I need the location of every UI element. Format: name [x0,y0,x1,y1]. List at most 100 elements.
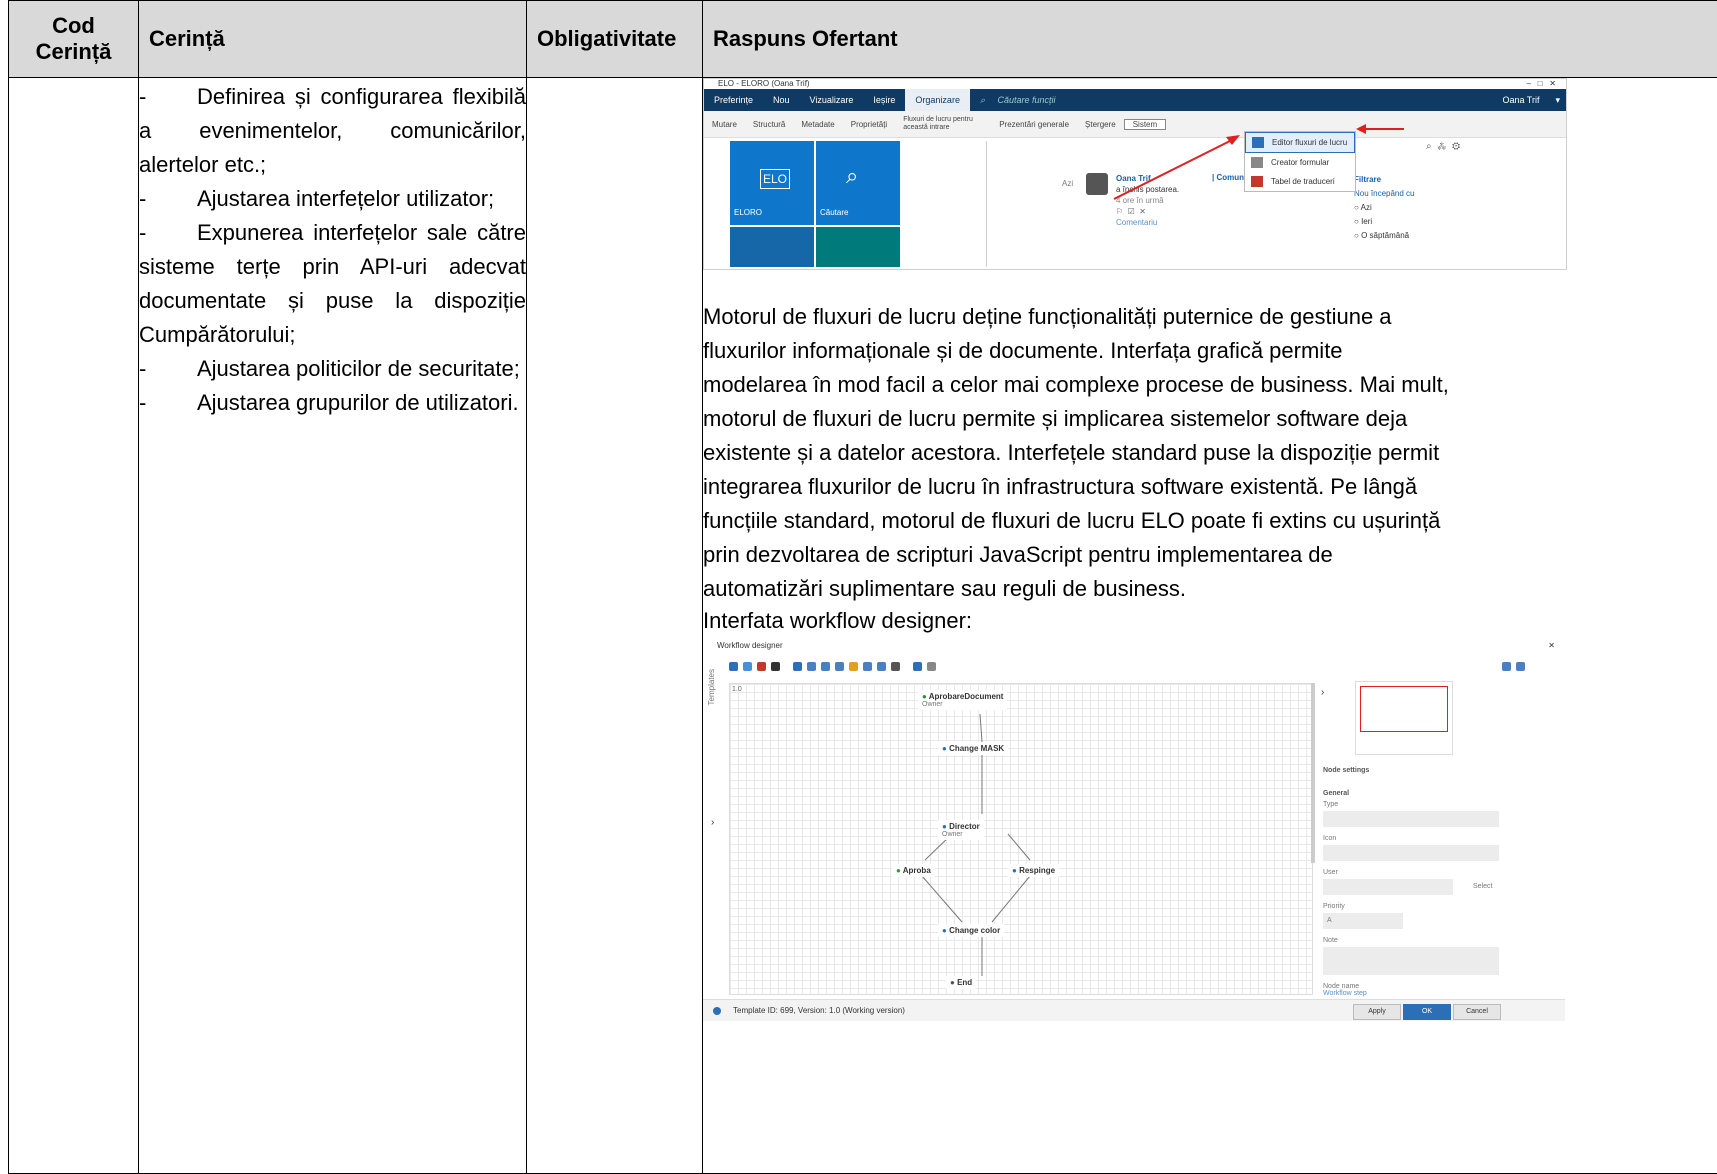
user-node-icon[interactable] [793,662,802,671]
node-settings-section: General [1323,790,1499,797]
view-icon[interactable] [1502,662,1511,671]
requirement-item: -Ajustarea grupurilor de utilizatori. [139,386,526,420]
connect-tool-icon[interactable] [743,662,752,671]
connection [980,714,982,742]
paragraph-line: funcțiile standard, motorul de fluxuri d… [703,504,1717,538]
templates-tab[interactable]: Templates [707,669,716,705]
connection [992,876,1030,922]
settings-icon[interactable] [927,662,936,671]
dash: - [139,80,197,114]
node-icon: ● [896,866,903,875]
node-icon[interactable] [821,662,830,671]
wf-node-label: Respinge [1019,866,1055,875]
paragraph-line: fluxurilor informaționale și de document… [703,334,1717,368]
field-label: Type [1323,801,1499,808]
dash: - [139,182,197,216]
paragraph-line: modelarea în mod facil a celor mai compl… [703,368,1717,402]
wf-node[interactable]: ● DirectorOwner [938,820,984,840]
collapse-chevron-icon[interactable]: › [1321,687,1324,698]
wf-node[interactable]: ● Change MASK [938,742,1008,755]
wf-node[interactable]: ● End [946,976,976,989]
settings-field[interactable] [1323,947,1499,975]
select-button[interactable]: Select [1473,883,1492,890]
wf-statusbar: Template ID: 699, Version: 1.0 (Working … [703,999,1565,1021]
wf-node-label: End [957,978,972,987]
close-icon[interactable]: ✕ [1548,641,1555,650]
info-icon [713,1007,721,1015]
settings-field[interactable]: Select [1323,879,1453,895]
arrow-head [1226,135,1240,145]
expand-chevron-icon[interactable]: › [711,817,714,828]
scrollbar[interactable] [1311,683,1315,863]
minimap-viewport[interactable] [1360,686,1448,732]
settings-field[interactable] [1323,845,1499,861]
wf-node[interactable]: ● AprobareDocumentOwner [918,690,1007,710]
field-label: Note [1323,937,1499,944]
settings-field[interactable]: A [1323,913,1403,929]
wf-node[interactable]: ● Respinge [1008,864,1059,877]
eraser-tool-icon[interactable] [771,662,780,671]
header-raspuns-label: Raspuns Ofertant [703,26,1717,52]
node-settings-panel: Node settingsGeneralTypeIconUserSelectPr… [1323,767,1499,1021]
node-name-label: Node name [1323,983,1499,990]
end-node-icon[interactable] [891,662,900,671]
header-obligativitate: Obligativitate [527,1,703,78]
requirement-item: -Expunerea interfețelor sale către siste… [139,216,526,352]
node-icon[interactable] [877,662,886,671]
wf-canvas[interactable]: 1.0 ● AprobareDocumentOwner● Change MASK… [729,683,1313,995]
apply-button[interactable]: Apply [1353,1004,1401,1020]
select-tool-icon[interactable] [729,662,738,671]
connection [1008,834,1030,860]
panel-icon[interactable] [1516,662,1525,671]
requirement-item: -Ajustarea interfețelor utilizator; [139,182,526,216]
node-icon: ● [942,822,949,831]
wf-node[interactable]: ● Change color [938,924,1004,937]
requirements-table: CodCerință Cerință Obligativitate Raspun… [8,0,1717,1174]
wf-node-label: Change color [949,926,1000,935]
dash: - [139,216,197,250]
wf-node-label: AprobareDocument [929,692,1004,701]
arrow-head [1356,124,1366,134]
field-label: User [1323,869,1499,876]
cell-raspuns: ELO - ELORO (Oana Trif)– □ ✕ Preferințe … [703,78,1717,1174]
requirement-text: Definirea și configurarea flexibilă a ev… [139,84,526,177]
node-icon: ● [950,978,957,987]
wf-connections [730,684,1312,994]
node-icon: ● [942,926,949,935]
annotation-arrows [704,79,1566,269]
wf-titlebar: Workflow designer ✕ [703,639,1565,657]
table-row: -Definirea și configurarea flexibilă a e… [9,78,1717,1174]
wf-node-label: Change MASK [949,744,1004,753]
table-header-row: CodCerință Cerință Obligativitate Raspun… [9,1,1717,78]
cell-cod [9,78,139,1174]
user-icon[interactable] [913,662,922,671]
elo-screenshot: ELO - ELORO (Oana Trif)– □ ✕ Preferințe … [703,78,1567,270]
paragraph-line: Motorul de fluxuri de lucru deține funcț… [703,300,1717,334]
node-icon: ● [1012,866,1019,875]
requirement-text: Ajustarea interfețelor utilizator; [197,186,494,211]
pen-tool-icon[interactable] [757,662,766,671]
header-cerinta-label: Cerință [139,26,526,52]
node-name-value[interactable]: Workflow step [1323,990,1499,997]
wf-node[interactable]: ● Aproba [892,864,935,877]
paragraph-line: automatizări suplimentare sau reguli de … [703,572,1717,606]
node-icon[interactable] [807,662,816,671]
workflow-label: Interfata workflow designer: [703,606,1717,636]
workflow-designer-screenshot: Workflow designer✕ Templates › 1.0 [703,639,1565,1021]
dash: - [139,386,197,420]
wf-node-owner: Owner [942,831,980,838]
cancel-button[interactable]: Cancel [1453,1004,1501,1020]
node-icon[interactable] [835,662,844,671]
node-icon[interactable] [849,662,858,671]
wf-toolbar [703,657,1565,675]
node-icon[interactable] [863,662,872,671]
header-obligativitate-label: Obligativitate [527,26,702,52]
settings-field[interactable] [1323,811,1499,827]
wf-title: Workflow designer [717,641,783,650]
header-raspuns: Raspuns Ofertant [703,1,1717,78]
requirement-text: Ajustarea grupurilor de utilizatori. [197,390,519,415]
wf-node-owner: Owner [922,701,1003,708]
wf-minimap[interactable] [1355,681,1453,755]
arrow-to-sistem [1114,139,1234,199]
ok-button[interactable]: OK [1403,1004,1451,1020]
